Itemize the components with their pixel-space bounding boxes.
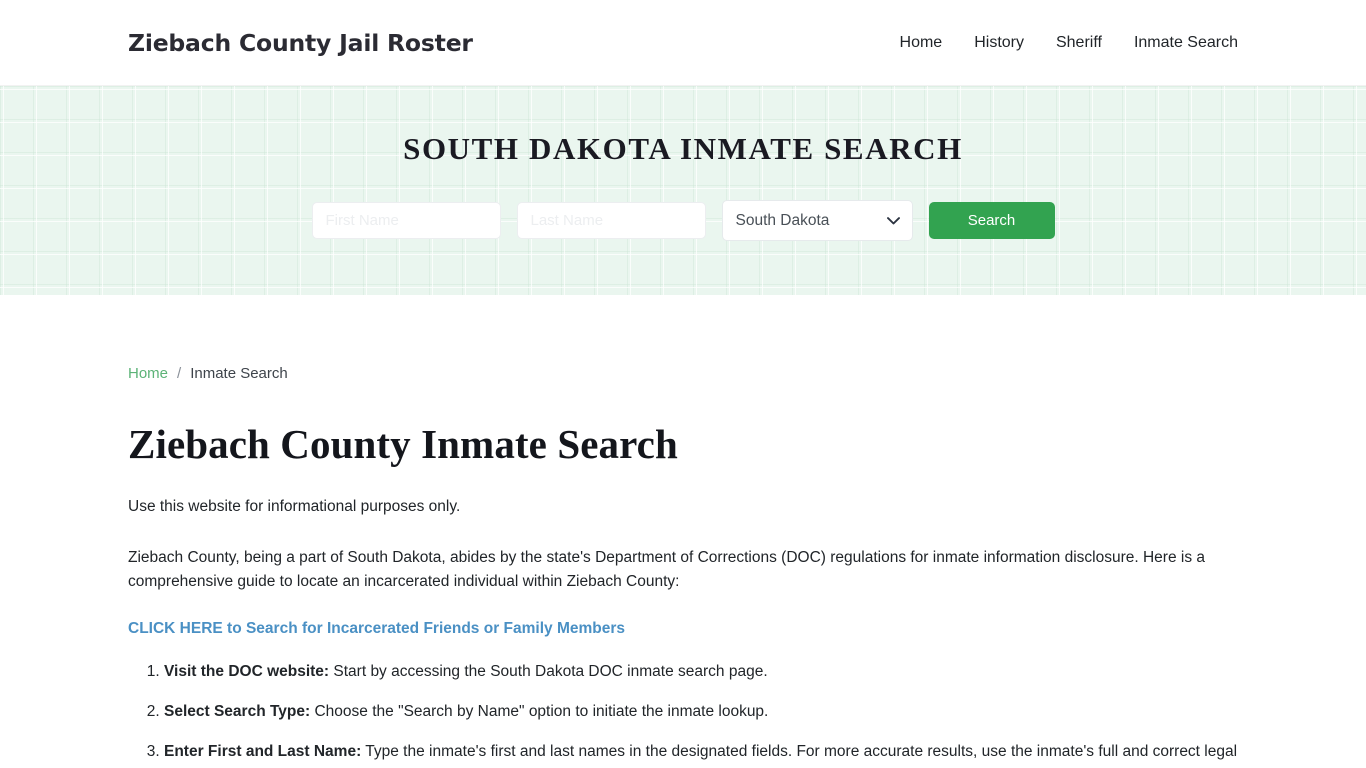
list-item: Select Search Type: Choose the "Search b… [164,700,1238,724]
nav-item-inmate-search[interactable]: Inmate Search [1134,28,1238,58]
breadcrumb-separator: / [177,365,182,382]
page-title: Ziebach County Inmate Search [128,421,678,467]
hero-title: SOUTH DAKOTA INMATE SEARCH [403,131,963,166]
step-text: Choose the "Search by Name" option to in… [310,703,769,720]
description-paragraph: Ziebach County, being a part of South Da… [128,549,1206,590]
steps-list: Visit the DOC website: Start by accessin… [128,660,1238,768]
inmate-search-form: South Dakota Search [311,200,1055,241]
main-content: Home / Inmate Search Ziebach County Inma… [0,295,1366,768]
nav-item-history[interactable]: History [974,28,1024,58]
breadcrumb-current: Inmate Search [190,365,288,382]
nav-item-sheriff[interactable]: Sheriff [1056,28,1102,58]
site-brand[interactable]: Ziebach County Jail Roster [128,29,473,57]
search-button[interactable]: Search [928,202,1055,239]
state-select-wrapper: South Dakota [721,200,913,241]
breadcrumb-link-home[interactable]: Home [128,365,168,382]
last-name-input[interactable] [516,202,706,239]
cta-search-link[interactable]: CLICK HERE to Search for Incarcerated Fr… [128,620,625,638]
hero-search-section: SOUTH DAKOTA INMATE SEARCH South Dakota … [0,86,1366,295]
site-header: Ziebach County Jail Roster Home History … [0,0,1366,86]
nav-item-home[interactable]: Home [900,28,943,58]
breadcrumb: Home / Inmate Search [128,295,1238,382]
step-term: Enter First and Last Name: [164,743,362,760]
intro-paragraph: Use this website for informational purpo… [128,498,461,515]
list-item: Visit the DOC website: Start by accessin… [164,660,1238,684]
list-item: Enter First and Last Name: Type the inma… [164,740,1238,768]
step-term: Visit the DOC website: [164,663,330,680]
step-term: Select Search Type: [164,703,311,720]
state-select[interactable]: South Dakota [721,200,913,241]
first-name-input[interactable] [311,202,501,239]
step-text: Start by accessing the South Dakota DOC … [329,663,768,680]
main-navigation: Home History Sheriff Inmate Search [900,28,1238,58]
